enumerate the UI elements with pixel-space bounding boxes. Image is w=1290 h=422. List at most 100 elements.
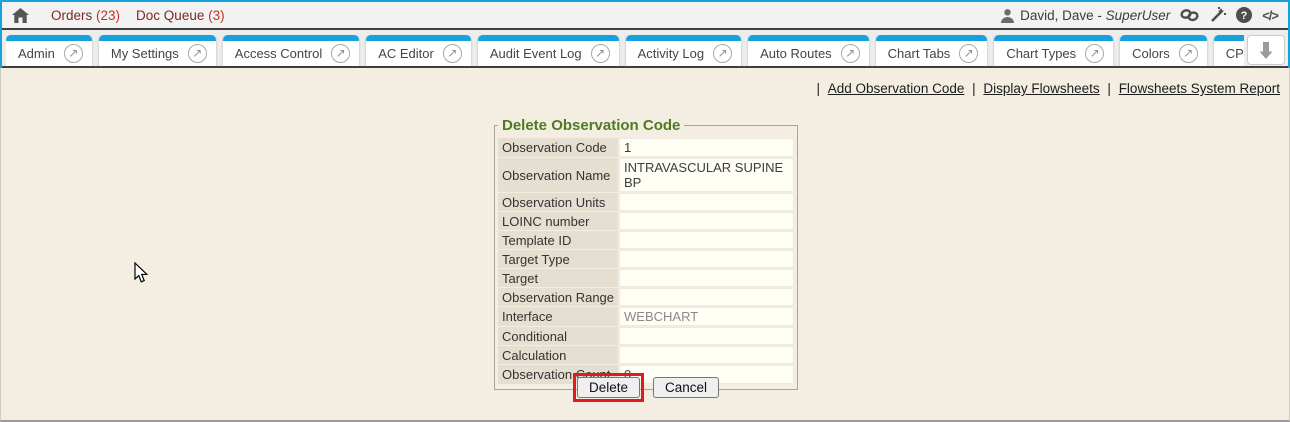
table-row: Template ID [498,231,794,249]
observation-code-value: 1 [619,138,794,157]
add-observation-code-link[interactable]: Add Observation Code [828,81,965,96]
field-label: Observation Range [498,288,618,306]
link-separator: | [1104,81,1115,96]
open-tab-icon[interactable]: ↗ [1085,44,1104,63]
observation-name-value: INTRAVASCULAR SUPINE BP [619,158,794,192]
tab-label: Auto Routes [760,46,832,61]
open-tab-icon[interactable]: ↗ [713,44,732,63]
user-name: David, Dave - [1020,8,1106,23]
open-tab-icon[interactable]: ↗ [841,44,860,63]
app-chrome: Orders (23) Doc Queue (3) David, Dave - … [0,0,1290,68]
table-row: LOINC number [498,212,794,230]
open-tab-icon[interactable]: ↗ [443,44,462,63]
table-row: Target Type [498,250,794,268]
topbar-right: David, Dave - SuperUser [1000,7,1278,23]
field-label: Conditional [498,327,618,345]
tab-label: Chart Tabs [888,46,951,61]
open-tab-icon[interactable]: ↗ [959,44,978,63]
tab-audit-event-log[interactable]: Audit Event Log ↗ [478,35,619,66]
observation-units-value [619,193,794,211]
tab-label: CPT Codes [1226,46,1244,61]
field-label: Interface [498,307,618,326]
open-tab-icon[interactable]: ↗ [188,44,207,63]
tab-access-control[interactable]: Access Control↗ [223,35,359,66]
tab-label: Activity Log [638,46,704,61]
user-menu[interactable]: David, Dave - SuperUser [1000,8,1170,23]
tab-label: Colors [1132,46,1170,61]
open-tab-icon[interactable]: ↗ [1179,44,1198,63]
tab-label: AC Editor [378,46,434,61]
arrow-down-icon [1258,42,1274,59]
tab-label: Audit Event Log [490,46,582,61]
tab-label: Admin [18,46,55,61]
svg-text:?: ? [1241,10,1248,22]
tab-activity-log[interactable]: Activity Log ↗ [626,35,741,66]
open-tab-icon[interactable]: ↗ [331,44,350,63]
tab-chart-types[interactable]: Chart Types ↗ [994,35,1113,66]
help-icon[interactable]: ? [1236,7,1252,23]
target-type-value [619,250,794,268]
tab-strip: Admin ↗ My Settings ↗ Access Control↗ AC E… [6,35,1244,66]
home-icon [12,8,29,23]
nav-orders-label: Orders [51,8,92,23]
tab-admin[interactable]: Admin ↗ [6,35,92,66]
table-row: InterfaceWEBCHART [498,307,794,326]
tab-overflow-button[interactable] [1247,35,1285,65]
nav-doc-queue-count: (3) [208,8,225,23]
conditional-value [619,327,794,345]
user-icon [1000,8,1015,23]
field-label: Calculation [498,346,618,364]
top-bar: Orders (23) Doc Queue (3) David, Dave - … [2,2,1288,28]
form-buttons: Delete Cancel [494,373,798,402]
link-separator: | [968,81,979,96]
table-row: Observation Range [498,288,794,306]
action-links: | Add Observation Code | Display Flowshe… [813,81,1281,96]
field-label: LOINC number [498,212,618,230]
highlight-box: Delete [573,373,644,402]
nav-orders-count: (23) [96,8,120,23]
nav-orders[interactable]: Orders (23) [51,8,120,23]
tab-cpt-codes[interactable]: CPT Codes↗ [1214,35,1244,66]
open-tab-icon[interactable]: ↗ [591,44,610,63]
home-button[interactable] [12,8,29,23]
tab-auto-routes[interactable]: Auto Routes ↗ [748,35,869,66]
loinc-number-value [619,212,794,230]
field-label: Observation Name [498,158,618,192]
content-area: | Add Observation Code | Display Flowshe… [0,68,1290,422]
tab-label: Chart Types [1006,46,1076,61]
tab-label: My Settings [111,46,179,61]
table-row: Observation Units [498,193,794,211]
tab-ac-editor[interactable]: AC Editor ↗ [366,35,471,66]
nav-doc-queue[interactable]: Doc Queue (3) [136,8,225,23]
field-label: Observation Units [498,193,618,211]
tab-colors[interactable]: Colors ↗ [1120,35,1207,66]
tab-chart-tabs[interactable]: Chart Tabs ↗ [876,35,988,66]
calculation-value [619,346,794,364]
template-id-value [619,231,794,249]
table-row: Conditional [498,327,794,345]
user-role: SuperUser [1106,8,1171,23]
open-tab-icon[interactable]: ↗ [64,44,83,63]
observation-range-value [619,288,794,306]
observation-fields-table: Observation Code1 Observation NameINTRAV… [497,137,795,385]
field-label: Template ID [498,231,618,249]
delete-observation-code-form: Delete Observation Code Observation Code… [494,117,798,390]
code-icon[interactable]: </> [1262,8,1278,23]
field-label: Target [498,269,618,287]
tab-my-settings[interactable]: My Settings ↗ [99,35,216,66]
link-separator: | [817,81,824,96]
link-icon[interactable] [1180,8,1199,22]
mouse-cursor [134,262,149,284]
cancel-button[interactable]: Cancel [653,377,719,398]
field-label: Observation Code [498,138,618,157]
interface-value: WEBCHART [619,307,794,326]
field-label: Target Type [498,250,618,268]
nav-doc-queue-label: Doc Queue [136,8,204,23]
tab-bar: Admin ↗ My Settings ↗ Access Control↗ AC E… [2,30,1288,66]
table-row: Observation NameINTRAVASCULAR SUPINE BP [498,158,794,192]
flowsheets-system-report-link[interactable]: Flowsheets System Report [1119,81,1280,96]
delete-button[interactable]: Delete [577,377,640,398]
display-flowsheets-link[interactable]: Display Flowsheets [983,81,1099,96]
table-row: Calculation [498,346,794,364]
wand-icon[interactable] [1209,7,1226,23]
